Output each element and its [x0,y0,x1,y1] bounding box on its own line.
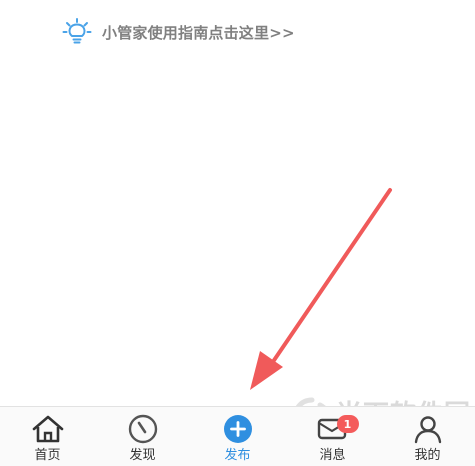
tab-messages-label: 消息 [319,448,346,463]
lightbulb-icon [62,18,92,44]
tab-home[interactable]: 首页 [0,407,95,466]
tab-profile-label: 我的 [414,448,441,463]
user-guide-link[interactable]: 小管家使用指南点击这里>> [62,16,295,48]
tab-profile[interactable]: 我的 [380,407,475,466]
bottom-tab-bar: 首页 发现 发布 1 消息 我的 [0,406,475,466]
tab-discover-label: 发现 [129,448,156,463]
tab-messages[interactable]: 1 消息 [285,407,380,466]
home-icon [31,414,65,444]
app-page: 小管家使用指南点击这里>> 当下软件园 www.downxia.com 首页 [0,0,475,466]
compass-icon [126,414,160,444]
user-guide-text: 小管家使用指南点击这里>> [102,23,295,42]
tab-publish-label: 发布 [224,448,251,463]
red-arrow-pointer [250,188,392,390]
tab-home-label: 首页 [34,448,61,463]
user-icon [411,414,445,444]
plus-circle-icon [221,414,255,444]
tab-discover[interactable]: 发现 [95,407,190,466]
message-badge: 1 [336,415,359,433]
tab-publish[interactable]: 发布 [190,407,285,466]
